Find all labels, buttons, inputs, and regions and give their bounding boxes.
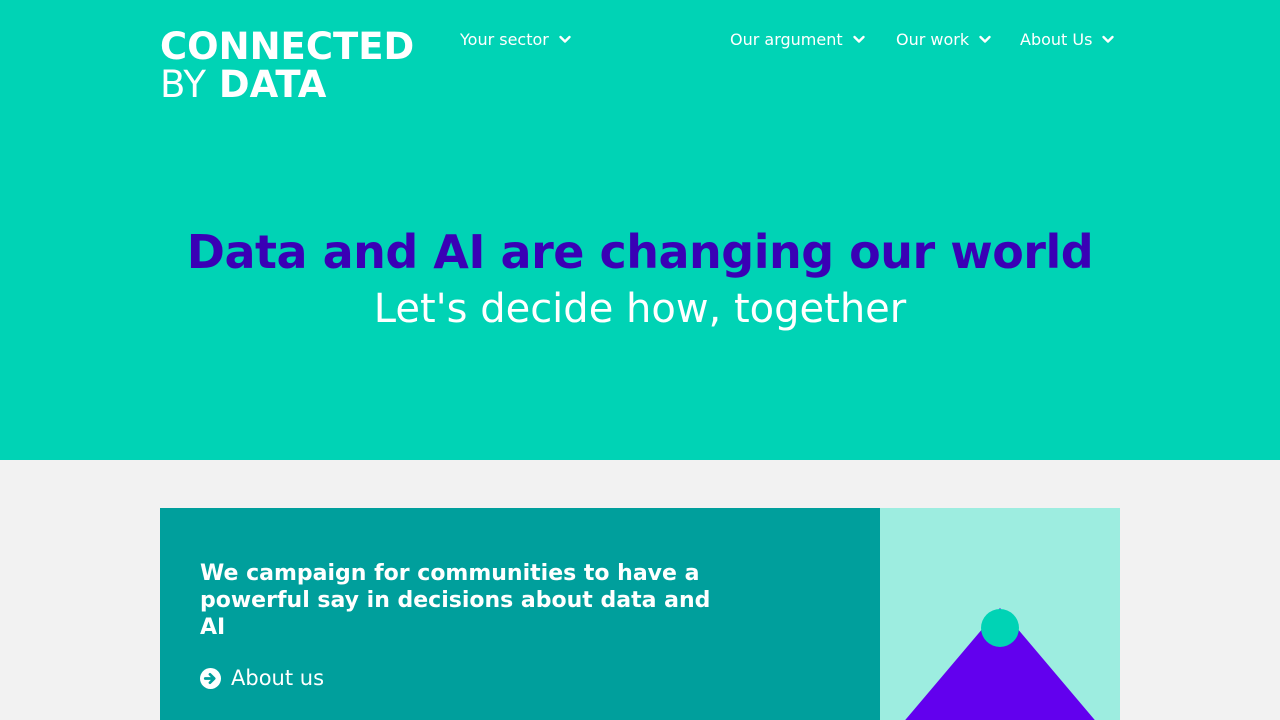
nav-label: Your sector <box>460 29 549 49</box>
intro-card-text: We campaign for communities to have a po… <box>200 561 711 640</box>
logo-line-1: CONNECTED <box>160 25 415 68</box>
intro-card: We campaign for communities to have a po… <box>160 508 880 720</box>
logo-data: DATA <box>218 63 327 106</box>
chevron-down-icon <box>559 35 571 43</box>
hero-headline: Data and AI are changing our world <box>186 225 1094 279</box>
nav-your-sector[interactable]: Your sector <box>460 28 573 50</box>
nav-label: Our argument <box>730 29 843 49</box>
logo-by: BY <box>160 63 206 106</box>
nav-label: Our work <box>896 29 970 49</box>
about-us-link-label: About us <box>231 666 325 690</box>
chevron-down-icon <box>852 35 865 43</box>
hero-banner: CONNECTED BY DATA Your sector Our argume… <box>0 0 1280 460</box>
decorative-illustration <box>880 508 1120 720</box>
chevron-down-icon <box>1102 35 1115 43</box>
nav-about-us[interactable]: About Us <box>1020 28 1116 50</box>
arrow-circle-right-icon <box>200 667 221 689</box>
about-us-link[interactable]: About us <box>200 666 324 690</box>
site-logo[interactable]: CONNECTED BY DATA <box>160 28 414 104</box>
nav-our-argument[interactable]: Our argument <box>730 28 867 50</box>
nav-our-work[interactable]: Our work <box>896 28 993 50</box>
nav-label: About Us <box>1020 29 1093 49</box>
logo-line-2: BY DATA <box>160 66 414 104</box>
teal-circle-shape <box>981 609 1019 647</box>
hero-subline: Let's decide how, together <box>373 286 907 332</box>
chevron-down-icon <box>979 35 991 43</box>
triangle-illustration <box>905 608 1095 720</box>
